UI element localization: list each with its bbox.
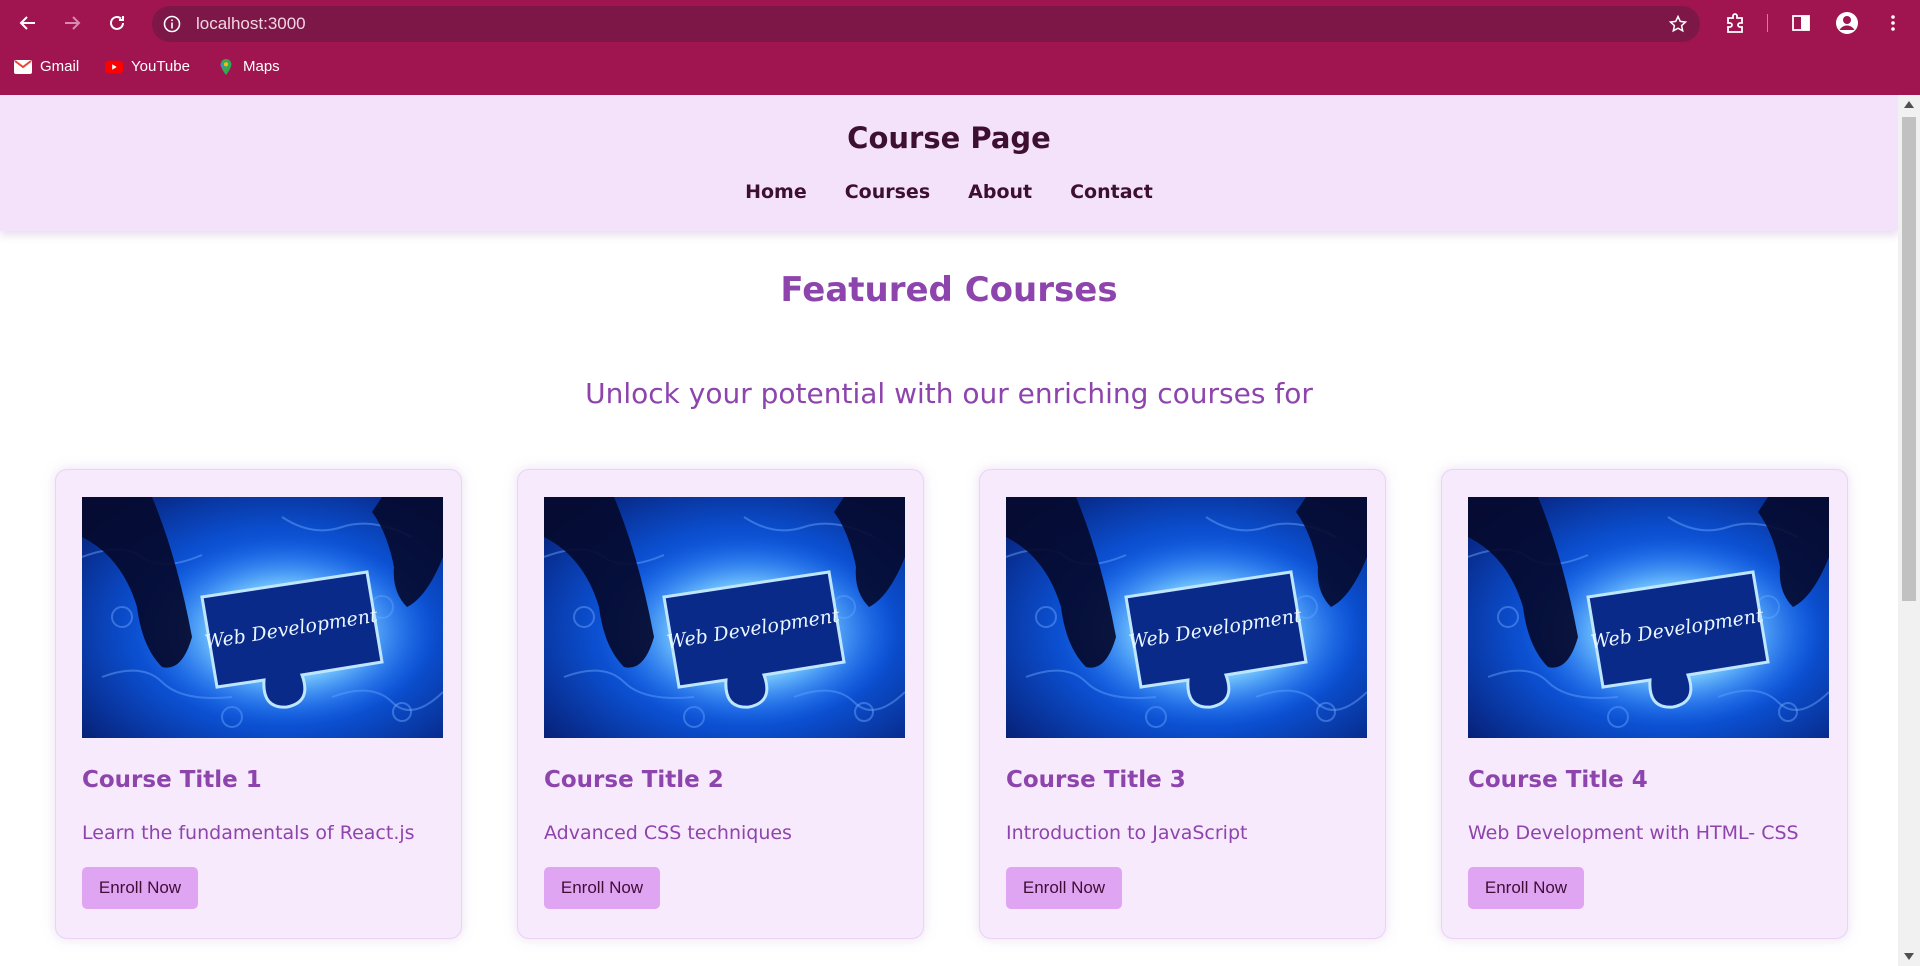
course-card: Web Development Course Title 4 Web Devel… [1441,469,1848,939]
side-panel-button[interactable] [1788,10,1814,36]
puzzle-icon [1727,13,1743,33]
course-title: Course Title 1 [82,767,262,793]
enroll-now-button[interactable]: Enroll Now [1468,867,1584,909]
course-image: Web Development [1006,497,1367,738]
featured-courses-heading: Featured Courses [780,270,1118,310]
scroll-up-arrow-icon[interactable] [1904,101,1914,108]
back-arrow-icon [19,16,35,30]
course-description: Introduction to JavaScript [1006,822,1248,844]
bookmark-youtube[interactable]: YouTube [105,58,190,75]
gmail-icon [14,59,32,74]
browser-menu-button[interactable] [1880,10,1906,36]
enroll-now-button[interactable]: Enroll Now [1006,867,1122,909]
browser-frame: localhost:3000 Gmail YouTube Maps [0,0,1920,95]
course-image: Web Development [82,497,443,738]
reload-button[interactable] [103,9,131,37]
bookmark-maps[interactable]: Maps [217,58,280,75]
bookmark-label: YouTube [131,58,190,75]
nav-link-contact[interactable]: Contact [1070,181,1153,203]
url-text: localhost:3000 [196,14,306,33]
nav-link-home[interactable]: Home [745,181,807,203]
maps-icon [220,58,232,75]
site-header: Course Page Home Courses About Contact [0,95,1898,231]
forward-button[interactable] [58,9,86,37]
enroll-now-button[interactable]: Enroll Now [544,867,660,909]
course-card: Web Development Course Title 2 Advanced … [517,469,924,939]
course-title: Course Title 4 [1468,767,1648,793]
forward-arrow-icon [65,16,81,30]
bookmark-star-icon[interactable] [1668,14,1688,34]
youtube-icon [105,60,123,73]
nav-link-about[interactable]: About [968,181,1032,203]
extensions-button[interactable] [1722,10,1748,36]
side-panel-icon [1792,15,1810,31]
site-info-icon[interactable] [162,14,182,34]
address-bar[interactable]: localhost:3000 [152,6,1700,42]
browser-toolbar: localhost:3000 [0,0,1920,46]
bookmark-label: Maps [243,58,280,75]
page-viewport: Course Page Home Courses About Contact F… [0,95,1898,966]
course-image: Web Development [544,497,905,738]
bookmark-gmail[interactable]: Gmail [14,58,79,75]
back-button[interactable] [14,9,42,37]
course-description: Web Development with HTML- CSS [1468,822,1799,844]
course-description: Learn the fundamentals of React.js [82,822,415,844]
page-title: Course Page [847,121,1051,155]
course-title: Course Title 3 [1006,767,1186,793]
nav-link-courses[interactable]: Courses [845,181,930,203]
course-card: Web Development Course Title 1 Learn the… [55,469,462,939]
toolbar-divider [1767,14,1768,32]
reload-icon [110,15,124,30]
featured-courses-subtitle: Unlock your potential with our enriching… [585,377,1313,410]
course-description: Advanced CSS techniques [544,822,792,844]
more-vertical-icon [1891,15,1895,31]
avatar-icon [1836,12,1858,34]
course-image: Web Development [1468,497,1829,738]
enroll-now-button[interactable]: Enroll Now [82,867,198,909]
bookmarks-bar: Gmail YouTube Maps [0,56,1920,84]
profile-button[interactable] [1834,10,1860,36]
main-nav: Home Courses About Contact [0,181,1898,203]
scroll-down-arrow-icon[interactable] [1904,953,1914,960]
scrollbar-thumb[interactable] [1902,117,1916,601]
bookmark-label: Gmail [40,58,80,75]
course-title: Course Title 2 [544,767,724,793]
course-card: Web Development Course Title 3 Introduct… [979,469,1386,939]
page-scrollbar[interactable] [1898,95,1920,966]
